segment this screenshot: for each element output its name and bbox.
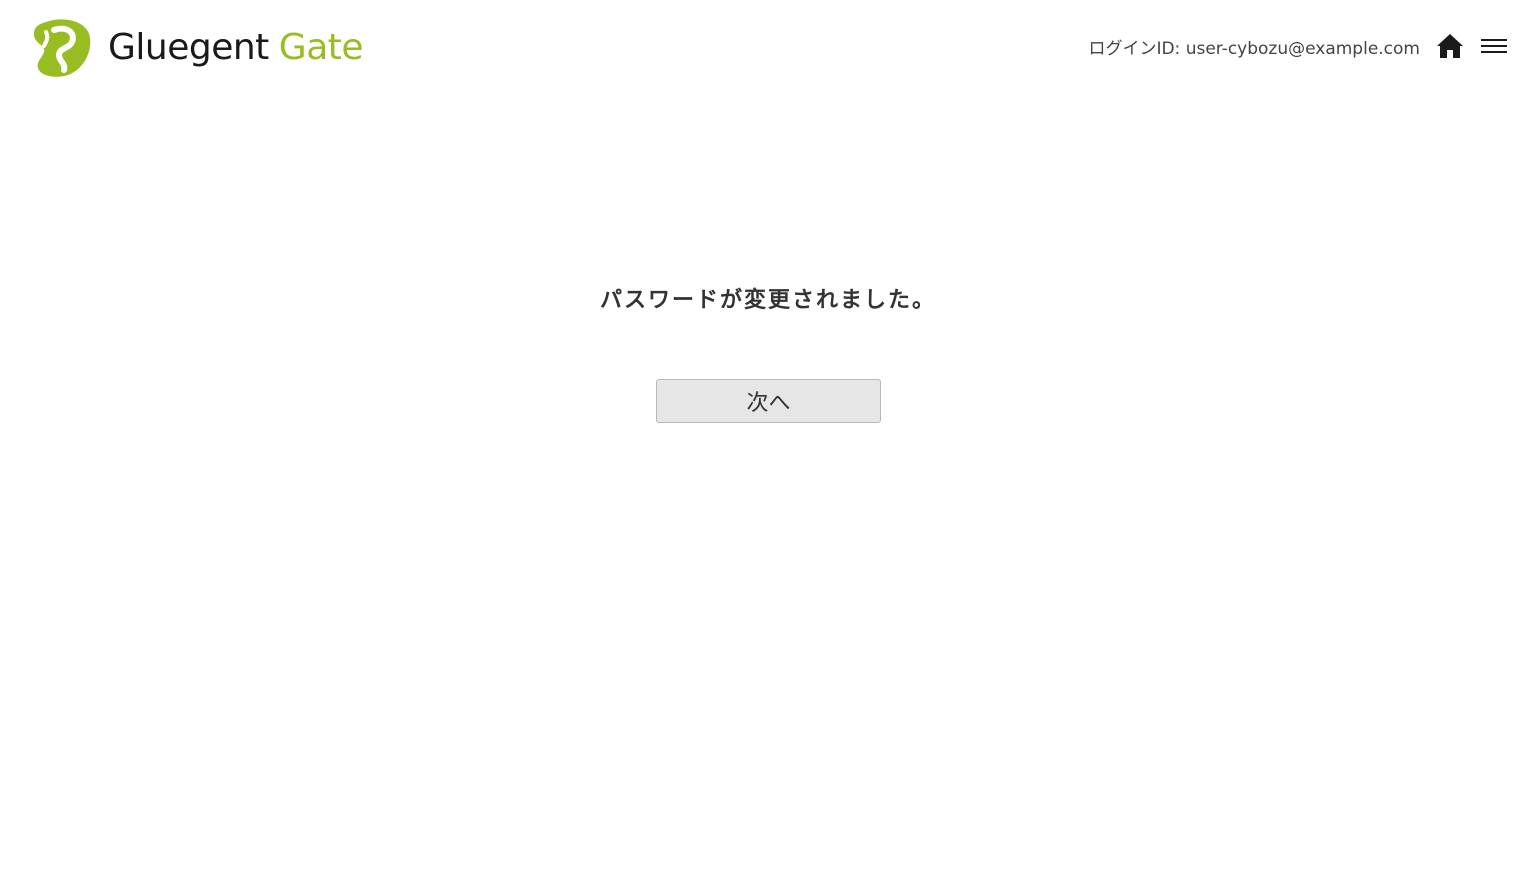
- brand-name: Gluegent Gate: [108, 18, 364, 78]
- user-area: ログインID: user-cybozu@example.com: [1088, 30, 1508, 62]
- home-icon[interactable]: [1436, 32, 1464, 60]
- login-id-label: ログインID: user-cybozu@example.com: [1088, 38, 1420, 59]
- brand-name-gluegent: Gluegent: [108, 27, 269, 68]
- hamburger-menu-icon[interactable]: [1480, 32, 1508, 60]
- gluegent-logo-icon: [33, 19, 91, 77]
- main-content: パスワードが変更されました。 次へ: [0, 270, 1536, 423]
- brand-logo: Gluegent Gate: [32, 18, 364, 78]
- brand-name-gate: Gate: [278, 27, 364, 68]
- password-changed-message: パスワードが変更されました。: [599, 287, 936, 313]
- page-header: Gluegent Gate ログインID: user-cybozu@example…: [0, 0, 1536, 95]
- next-button[interactable]: 次へ: [656, 379, 881, 423]
